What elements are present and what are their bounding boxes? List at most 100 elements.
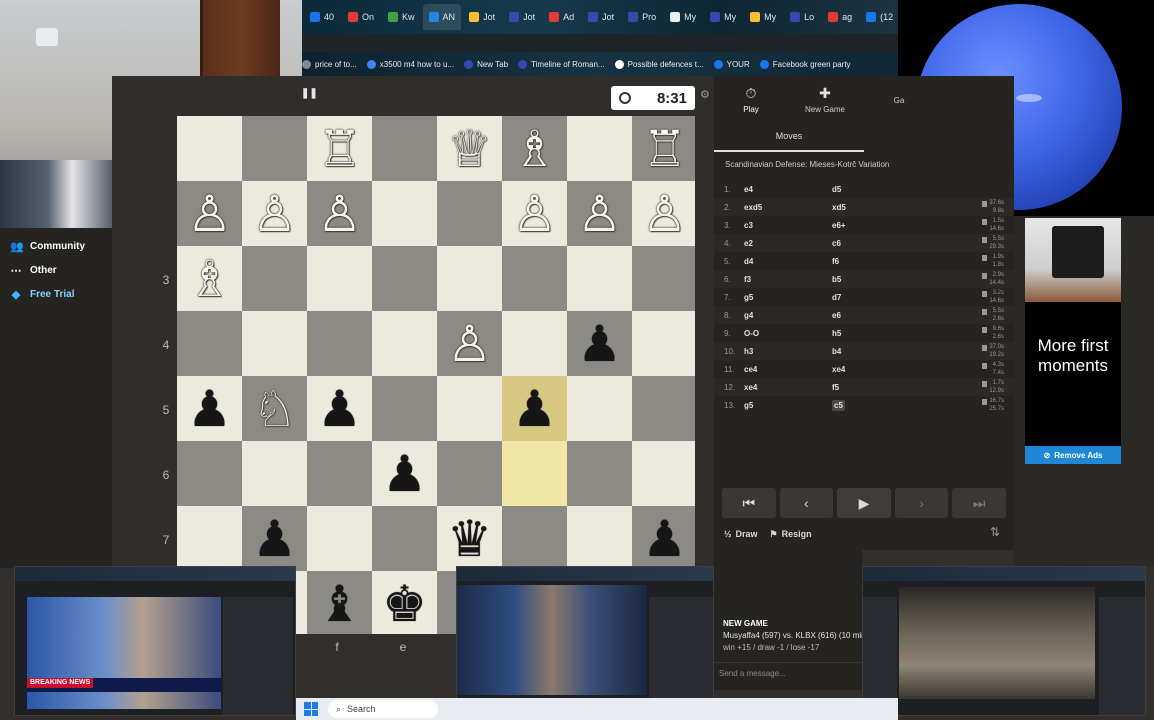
white-bishop-icon[interactable]: ♗ <box>187 254 232 304</box>
board-square[interactable] <box>372 116 437 181</box>
browser-tab[interactable]: Jot <box>503 4 541 30</box>
black-move[interactable]: xe4 <box>814 365 894 374</box>
board-square[interactable]: ♙ <box>502 181 567 246</box>
play-button[interactable]: ▶ <box>837 488 891 518</box>
white-move[interactable]: ce4 <box>744 365 814 374</box>
black-move[interactable]: f5 <box>814 383 894 392</box>
board-square[interactable]: ♟ <box>307 376 372 441</box>
black-move[interactable]: b4 <box>814 347 894 356</box>
white-move[interactable]: h3 <box>744 347 814 356</box>
board-square[interactable]: ♟ <box>567 311 632 376</box>
white-move[interactable]: g4 <box>744 311 814 320</box>
board-square[interactable]: ♟ <box>372 441 437 506</box>
board-square[interactable] <box>242 116 307 181</box>
tab-new-game[interactable]: ✚ New Game <box>788 76 862 122</box>
news-thumbnail[interactable]: BREAKING NEWS <box>14 566 296 716</box>
white-move[interactable]: xe4 <box>744 383 814 392</box>
black-pawn-icon[interactable]: ♟ <box>642 514 687 564</box>
black-king-icon[interactable]: ♚ <box>382 579 427 629</box>
board-square[interactable] <box>632 311 695 376</box>
white-rook-icon[interactable]: ♖ <box>642 124 687 174</box>
chat-input[interactable]: Send a message... <box>714 662 862 686</box>
black-pawn-icon[interactable]: ♟ <box>252 514 297 564</box>
bookmark-item[interactable]: x3500 m4 how to u... <box>366 59 454 69</box>
board-square[interactable]: ♘ <box>242 376 307 441</box>
black-pawn-icon[interactable]: ♟ <box>577 319 622 369</box>
board-square[interactable] <box>177 116 242 181</box>
browser-tab[interactable]: (12 <box>860 4 899 30</box>
white-move[interactable]: f3 <box>744 275 814 284</box>
sidebar-item-community[interactable]: 👥 Community <box>0 234 112 258</box>
board-square[interactable] <box>372 181 437 246</box>
sidebar-item-free-trial[interactable]: ◆ Free Trial <box>0 282 112 306</box>
black-pawn-icon[interactable]: ♟ <box>187 384 232 434</box>
white-knight-icon[interactable]: ♘ <box>252 384 297 434</box>
black-pawn-icon[interactable]: ♟ <box>382 449 427 499</box>
settings-gear-icon[interactable]: ⚙ <box>700 88 710 101</box>
board-square[interactable] <box>502 311 567 376</box>
board-square[interactable] <box>372 311 437 376</box>
board-square[interactable]: ♙ <box>632 181 695 246</box>
tab-play[interactable]: ⏱ Play <box>714 76 788 122</box>
board-square[interactable] <box>307 311 372 376</box>
board-square[interactable]: ♟ <box>177 376 242 441</box>
tab-moves[interactable]: Moves <box>714 122 864 152</box>
black-queen-icon[interactable]: ♛ <box>447 514 492 564</box>
black-bishop-icon[interactable]: ♝ <box>317 579 362 629</box>
black-move[interactable]: f6 <box>814 257 894 266</box>
white-move[interactable]: e4 <box>744 185 814 194</box>
draw-button[interactable]: ½ Draw <box>724 529 758 539</box>
board-square[interactable]: ♝ <box>307 571 372 634</box>
board-square[interactable] <box>502 506 567 571</box>
white-pawn-icon[interactable]: ♙ <box>317 189 362 239</box>
white-move[interactable]: O-O <box>744 329 814 338</box>
board-square[interactable] <box>177 506 242 571</box>
browser-tab[interactable]: Pro <box>622 4 662 30</box>
white-move[interactable]: g5 <box>744 293 814 302</box>
board-square[interactable] <box>502 441 567 506</box>
next-move-button[interactable]: › <box>894 488 949 518</box>
board-square[interactable] <box>307 506 372 571</box>
board-square[interactable]: ♚ <box>372 571 437 634</box>
black-move[interactable]: d5 <box>814 185 894 194</box>
board-square[interactable]: ♖ <box>307 116 372 181</box>
board-square[interactable]: ♗ <box>177 246 242 311</box>
black-move[interactable]: e6 <box>814 311 894 320</box>
board-square[interactable]: ♟ <box>242 506 307 571</box>
board-square[interactable]: ♙ <box>437 311 502 376</box>
board-square[interactable] <box>567 116 632 181</box>
black-move[interactable]: h5 <box>814 329 894 338</box>
browser-tab[interactable]: Ad <box>543 4 580 30</box>
last-move-button[interactable]: ⏭ <box>952 488 1006 518</box>
flip-board-icon[interactable]: ⇅ <box>990 525 1000 539</box>
board-square[interactable] <box>437 246 502 311</box>
black-move[interactable]: xd5 <box>814 203 894 212</box>
white-move[interactable]: c3 <box>744 221 814 230</box>
board-square[interactable] <box>567 506 632 571</box>
board-square[interactable] <box>632 376 695 441</box>
board-square[interactable]: ♖ <box>632 116 695 181</box>
black-move[interactable]: b5 <box>814 275 894 284</box>
bookmark-item[interactable]: price of to... <box>302 59 357 69</box>
board-square[interactable] <box>632 441 695 506</box>
white-move[interactable]: exd5 <box>744 203 814 212</box>
board-square[interactable]: ♙ <box>177 181 242 246</box>
black-pawn-icon[interactable]: ♟ <box>317 384 362 434</box>
white-pawn-icon[interactable]: ♙ <box>447 319 492 369</box>
address-bar[interactable] <box>302 34 898 52</box>
black-move[interactable]: c6 <box>814 239 894 248</box>
sidebar-item-other[interactable]: ⋯ Other <box>0 258 112 282</box>
board-square[interactable]: ♙ <box>307 181 372 246</box>
chess-board[interactable]: ♖ ♕ ♗ ♖ ♙ ♙ ♙ ♙ ♙ ♙ ♗ ♙ ♟ ♟ ♘ ♟ ♟ ♟ ♟ ♛ ♟ ♝ ♚ <box>177 116 695 634</box>
board-square[interactable] <box>242 311 307 376</box>
board-square[interactable] <box>502 246 567 311</box>
white-pawn-icon[interactable]: ♙ <box>187 189 232 239</box>
black-move[interactable]: d7 <box>814 293 894 302</box>
browser-tab[interactable]: Jot <box>463 4 501 30</box>
white-rook-icon[interactable]: ♖ <box>317 124 362 174</box>
browser-tab[interactable]: AN <box>422 4 462 30</box>
board-square[interactable] <box>567 441 632 506</box>
board-square[interactable] <box>567 246 632 311</box>
white-pawn-icon[interactable]: ♙ <box>577 189 622 239</box>
board-square[interactable] <box>567 376 632 441</box>
